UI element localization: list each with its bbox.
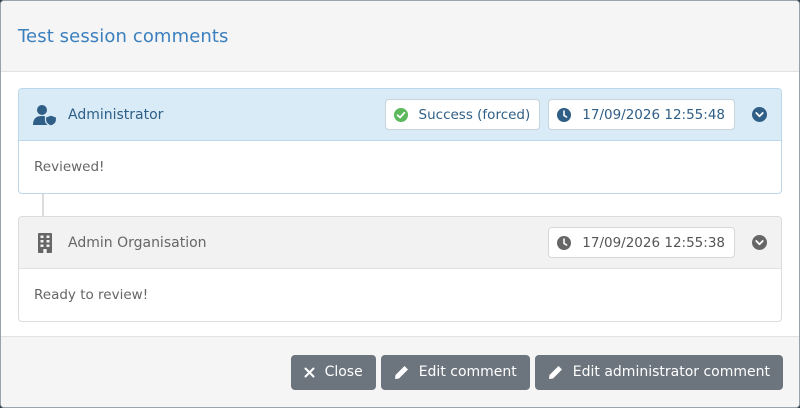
chevron-down-icon[interactable] bbox=[751, 235, 767, 251]
comment-text: Reviewed! bbox=[34, 159, 105, 175]
comments-modal: Test session comments Administrator Succ… bbox=[0, 0, 800, 408]
timestamp-text: 17/09/2026 12:55:48 bbox=[582, 106, 725, 123]
check-circle-icon bbox=[393, 107, 408, 122]
comment-panel-administrator: Administrator Success (forced) 17/09/202… bbox=[18, 88, 782, 194]
comment-body: Ready to review! bbox=[19, 269, 781, 321]
timestamp-text: 17/09/2026 12:55:38 bbox=[582, 234, 725, 251]
clock-icon bbox=[557, 235, 572, 250]
comment-header[interactable]: Admin Organisation 17/09/2026 12:55:38 bbox=[19, 217, 781, 269]
chevron-down-icon[interactable] bbox=[751, 107, 767, 123]
comment-body: Reviewed! bbox=[19, 141, 781, 193]
status-text: Success (forced) bbox=[418, 106, 531, 123]
edit-comment-button[interactable]: Edit comment bbox=[380, 354, 530, 390]
building-icon bbox=[33, 231, 57, 255]
modal-body: Administrator Success (forced) 17/09/202… bbox=[1, 72, 799, 337]
status-badge: Success (forced) bbox=[384, 99, 541, 130]
timestamp-badge: 17/09/2026 12:55:38 bbox=[548, 227, 735, 258]
edit-admin-comment-button[interactable]: Edit administrator comment bbox=[534, 354, 783, 390]
pencil-icon bbox=[394, 365, 408, 379]
close-icon bbox=[304, 367, 315, 377]
comment-author: Administrator bbox=[68, 106, 164, 123]
modal-title: Test session comments bbox=[18, 25, 229, 47]
clock-icon bbox=[557, 107, 572, 122]
comment-panel-organisation: Admin Organisation 17/09/2026 12:55:38 R… bbox=[18, 216, 782, 322]
timeline-connector bbox=[42, 194, 44, 216]
modal-footer: Close Edit comment Edit administrator co… bbox=[1, 336, 799, 407]
close-button-label: Close bbox=[324, 364, 363, 380]
modal-header: Test session comments bbox=[1, 1, 799, 72]
comment-header[interactable]: Administrator Success (forced) 17/09/202… bbox=[19, 89, 781, 141]
user-shield-icon bbox=[33, 103, 57, 127]
edit-comment-label: Edit comment bbox=[418, 364, 517, 380]
pencil-icon bbox=[548, 365, 562, 379]
edit-admin-comment-label: Edit administrator comment bbox=[572, 364, 770, 380]
comment-author: Admin Organisation bbox=[68, 234, 207, 251]
close-button[interactable]: Close bbox=[290, 354, 376, 390]
comment-text: Ready to review! bbox=[34, 287, 149, 303]
timestamp-badge: 17/09/2026 12:55:48 bbox=[548, 99, 735, 130]
